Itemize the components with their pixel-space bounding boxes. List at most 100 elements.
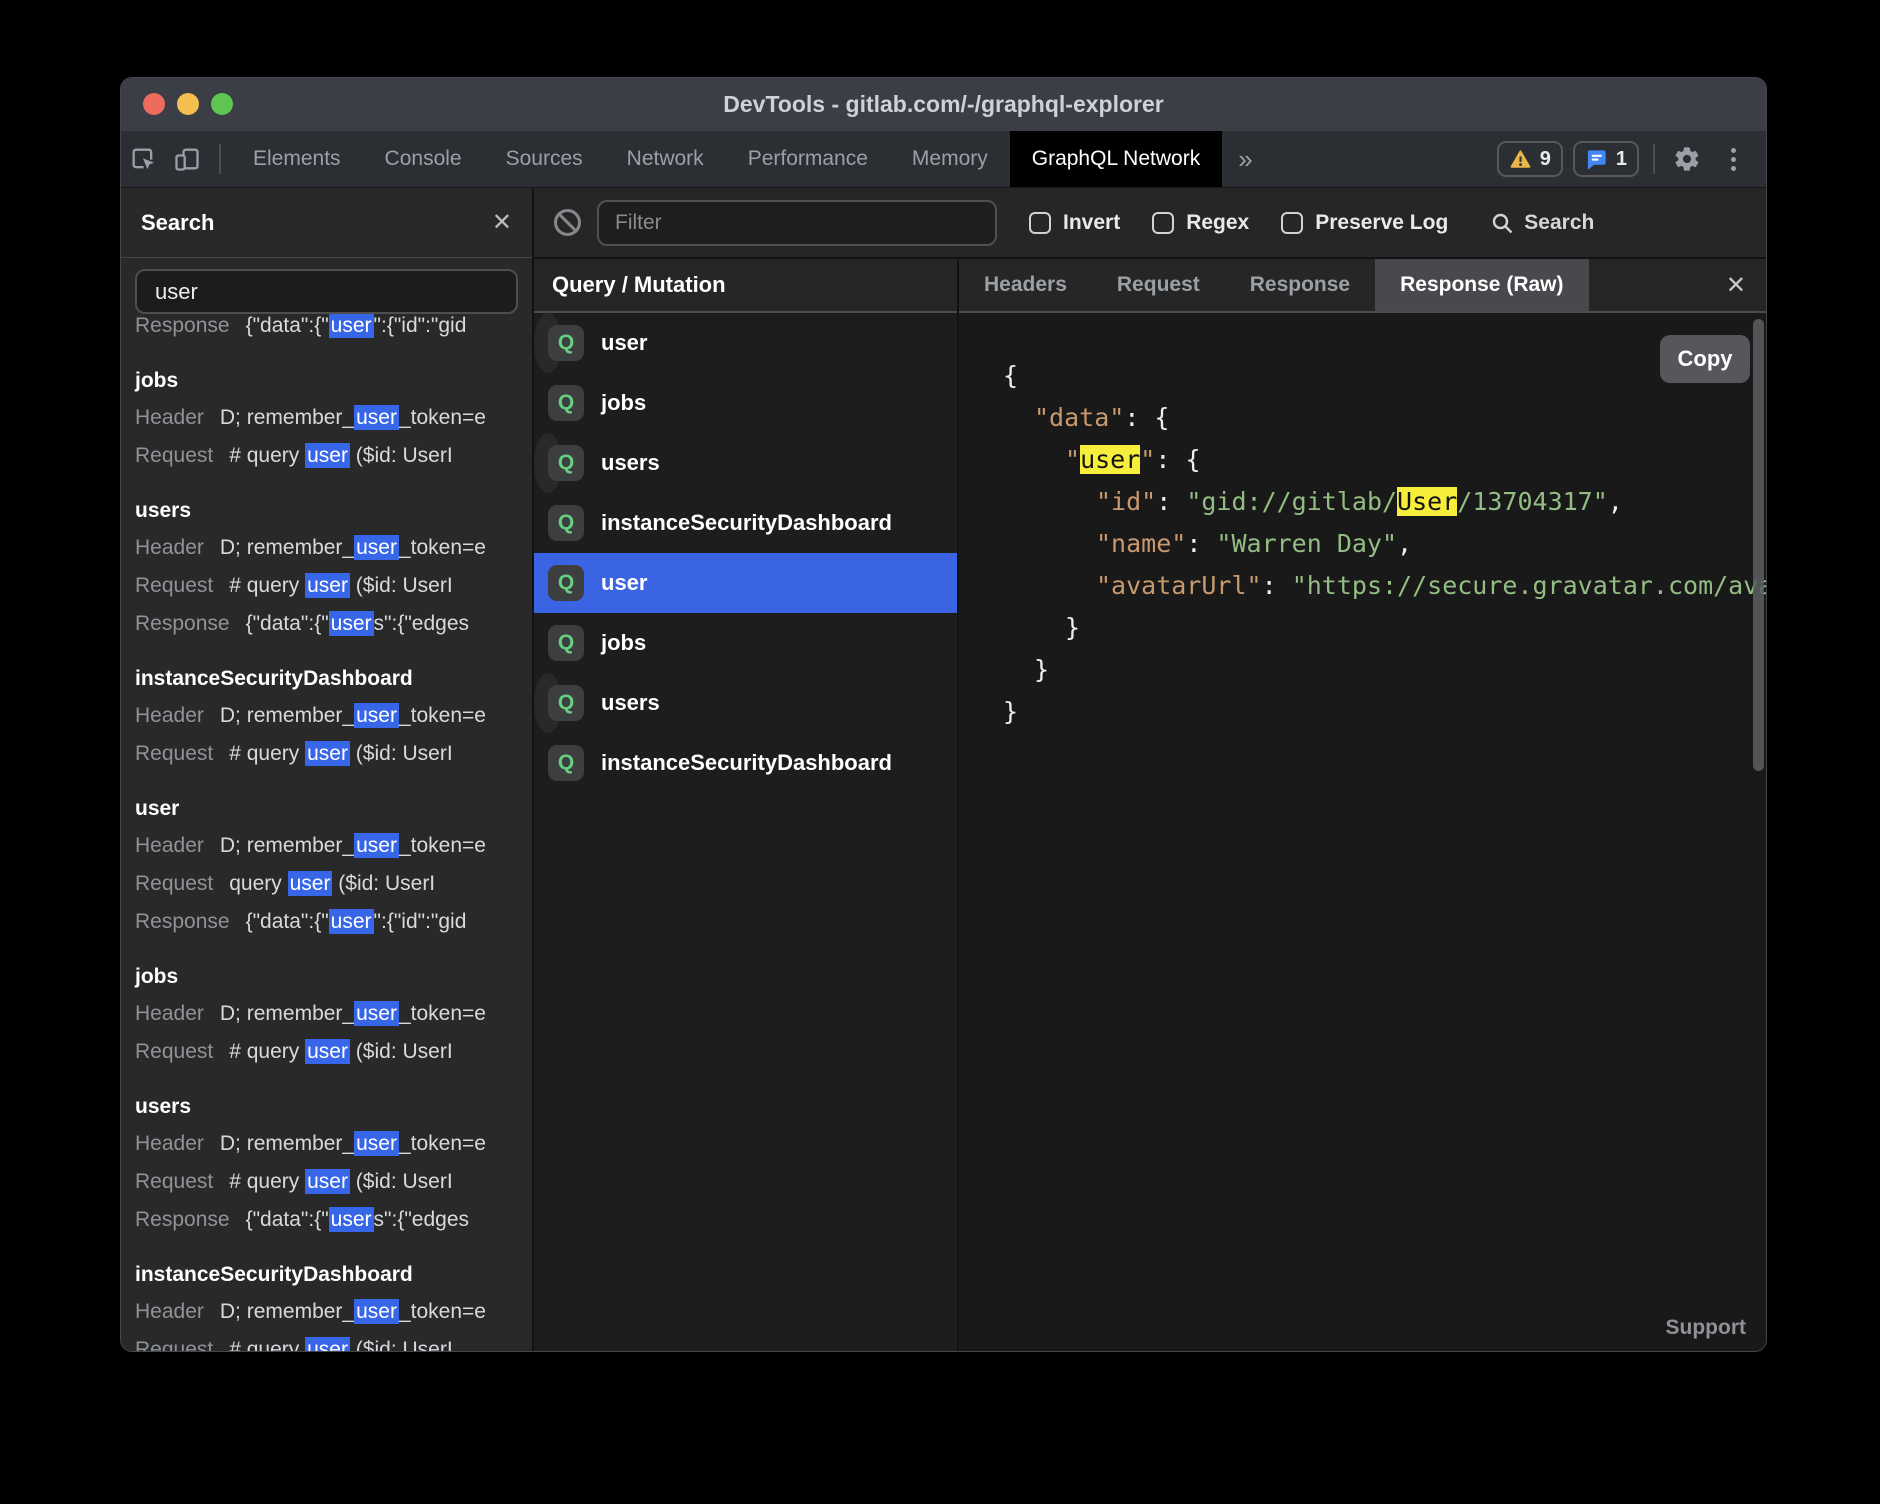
json-line: } (1003, 607, 1766, 649)
response-raw-view: Copy {"data": {"user": {"id": "gid://git… (959, 313, 1766, 1352)
scrollbar-thumb[interactable] (1753, 319, 1764, 771)
search-toggle-label: Search (1524, 211, 1594, 235)
search-match-highlight: user (354, 833, 399, 858)
titlebar: DevTools - gitlab.com/-/graphql-explorer (121, 78, 1766, 131)
query-type-badge: Q (548, 325, 584, 361)
result-entry-title: user (135, 791, 532, 827)
detail-tab-headers[interactable]: Headers (959, 259, 1092, 311)
result-line-header: HeaderD; remember_user_token=e (135, 1293, 532, 1331)
result-line-value: # query user ($id: UserI (229, 1169, 452, 1194)
result-line-label: Response (135, 314, 230, 337)
result-line-response: Response {"data":{"user":{"id":"gid (135, 903, 532, 941)
result-line-request: Request# query user ($id: UserI (135, 735, 532, 773)
query-list-panel: Query / Mutation QuserQjobsQusersQinstan… (534, 259, 959, 1352)
detail-close-icon[interactable]: ✕ (1706, 259, 1766, 311)
minimize-window-button[interactable] (177, 93, 199, 115)
search-match-highlight: user (305, 1337, 350, 1352)
result-entry-title: users (135, 493, 532, 529)
result-line-value: {"data":{"users":{"edges (246, 611, 469, 636)
query-type-badge: Q (548, 445, 584, 481)
device-toolbar-icon[interactable] (165, 131, 209, 187)
message-bubble-icon (1585, 148, 1608, 171)
kebab-menu-icon[interactable] (1719, 148, 1748, 171)
tab-sources[interactable]: Sources (484, 131, 605, 187)
detail-tab-request[interactable]: Request (1092, 259, 1225, 311)
query-item-instancesecuritydashboard[interactable]: QinstanceSecurityDashboard (534, 493, 957, 553)
result-line-value: # query user ($id: UserI (229, 741, 452, 766)
result-line-label: Request (135, 1040, 213, 1063)
query-item-label: users (601, 690, 660, 716)
query-item-users[interactable]: Qusers (534, 433, 562, 493)
issues-badge[interactable]: 1 (1573, 141, 1639, 177)
query-item-jobs[interactable]: Qjobs (534, 613, 957, 673)
result-line-header: HeaderD; remember_user_token=e (135, 399, 532, 437)
query-item-user[interactable]: Quser (534, 553, 957, 613)
query-item-instancesecuritydashboard[interactable]: QinstanceSecurityDashboard (534, 733, 957, 793)
search-match-highlight: user (329, 909, 374, 934)
search-match-highlight: user (305, 443, 350, 468)
search-match-highlight: user (329, 1207, 374, 1232)
warnings-badge[interactable]: 9 (1497, 141, 1563, 177)
filter-toolbar: Invert Regex Preserve Log Search (534, 188, 1766, 259)
query-type-badge: Q (548, 505, 584, 541)
tab-console[interactable]: Console (363, 131, 484, 187)
panel-tabs: ElementsConsoleSourcesNetworkPerformance… (231, 131, 1222, 187)
detail-tab-response[interactable]: Response (1225, 259, 1375, 311)
query-list-header: Query / Mutation (534, 259, 957, 313)
result-line-label: Request (135, 574, 213, 597)
result-line-label: Response (135, 910, 230, 933)
detail-tab-response-raw[interactable]: Response (Raw) (1375, 259, 1588, 311)
result-line-label: Request (135, 1170, 213, 1193)
search-match-highlight: User (1397, 487, 1457, 516)
tab-performance[interactable]: Performance (726, 131, 890, 187)
content-columns: Query / Mutation QuserQjobsQusersQinstan… (534, 259, 1766, 1352)
regex-checkbox[interactable] (1152, 212, 1174, 234)
query-item-user[interactable]: Quser (534, 313, 562, 373)
more-tabs-chevron[interactable]: » (1222, 131, 1268, 187)
search-results-list: Response{"data":{"user":{"id":"gidjobsHe… (121, 314, 532, 1352)
regex-label: Regex (1186, 211, 1249, 235)
tab-graphql-network[interactable]: GraphQL Network (1010, 131, 1222, 187)
status-badges: 9 1 (1497, 131, 1639, 187)
search-panel-close-icon[interactable]: ✕ (492, 208, 512, 237)
inspect-element-icon[interactable] (121, 131, 165, 187)
query-item-jobs[interactable]: Qjobs (534, 373, 957, 433)
search-result-entry-jobs[interactable]: jobsHeaderD; remember_user_token=eReques… (135, 959, 532, 1071)
copy-button[interactable]: Copy (1660, 335, 1750, 383)
toolbar-separator (1653, 144, 1655, 174)
support-link[interactable]: Support (1666, 1316, 1746, 1340)
json-line: "user": { (1003, 439, 1766, 481)
tab-network[interactable]: Network (605, 131, 726, 187)
result-line-value: D; remember_user_token=e (220, 1299, 486, 1324)
invert-checkbox[interactable] (1029, 212, 1051, 234)
tab-elements[interactable]: Elements (231, 131, 363, 187)
filter-input[interactable] (597, 200, 997, 246)
settings-gear-icon[interactable] (1665, 145, 1709, 173)
result-line-value: {"data":{"user":{"id":"gid (246, 909, 467, 934)
search-result-entry-instancesecuritydashboard[interactable]: instanceSecurityDashboardHeaderD; rememb… (135, 1257, 532, 1352)
json-line: } (1003, 649, 1766, 691)
zoom-window-button[interactable] (211, 93, 233, 115)
close-window-button[interactable] (143, 93, 165, 115)
result-line-value: D; remember_user_token=e (220, 1001, 486, 1026)
graphql-network-zone: Invert Regex Preserve Log Search Query (534, 188, 1766, 1352)
json-line: "avatarUrl": "https://secure.gravatar.co… (1003, 565, 1766, 607)
search-result-entry-users[interactable]: usersHeaderD; remember_user_token=eReque… (135, 493, 532, 643)
query-type-badge: Q (548, 685, 584, 721)
query-item-label: jobs (601, 390, 646, 416)
query-item-users[interactable]: Qusers (534, 673, 562, 733)
search-toggle-button[interactable]: Search (1490, 211, 1594, 235)
search-query-input[interactable] (135, 269, 518, 314)
search-result-entry-user[interactable]: userHeaderD; remember_user_token=eReques… (135, 791, 532, 941)
traffic-lights (143, 93, 233, 115)
preserve-log-checkbox[interactable] (1281, 212, 1303, 234)
search-result-entry-jobs[interactable]: jobsHeaderD; remember_user_token=eReques… (135, 363, 532, 475)
result-line-header: HeaderD; remember_user_token=e (135, 827, 532, 865)
result-line-value: D; remember_user_token=e (220, 535, 486, 560)
clear-log-icon[interactable] (554, 209, 581, 236)
search-result-entry-users[interactable]: usersHeaderD; remember_user_token=eReque… (135, 1089, 532, 1239)
result-entry-title: jobs (135, 363, 532, 399)
search-result-entry-instancesecuritydashboard[interactable]: instanceSecurityDashboardHeaderD; rememb… (135, 661, 532, 773)
search-match-highlight: user (354, 535, 399, 560)
tab-memory[interactable]: Memory (890, 131, 1010, 187)
